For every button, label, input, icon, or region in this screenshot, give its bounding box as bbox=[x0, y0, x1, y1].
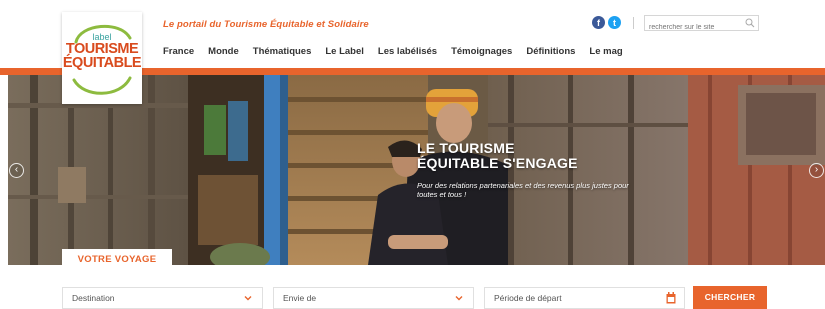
search-input[interactable] bbox=[645, 20, 740, 35]
envie-select[interactable]: Envie de bbox=[273, 287, 474, 309]
votre-voyage-tab[interactable]: VOTRE VOYAGE bbox=[62, 249, 172, 270]
periode-depart-field[interactable]: Période de départ bbox=[484, 287, 685, 309]
search-icon[interactable] bbox=[745, 18, 755, 28]
nav-item-definitions[interactable]: Définitions bbox=[526, 46, 575, 57]
twitter-icon[interactable]: t bbox=[608, 16, 621, 29]
chercher-button[interactable]: CHERCHER bbox=[693, 286, 767, 309]
nav-item-thematiques[interactable]: Thématiques bbox=[253, 46, 312, 57]
destination-select[interactable]: Destination bbox=[62, 287, 263, 309]
nav-item-le-mag[interactable]: Le mag bbox=[589, 46, 622, 57]
nav-item-les-labelises[interactable]: Les labélisés bbox=[378, 46, 437, 57]
calendar-icon[interactable] bbox=[666, 292, 676, 304]
social-links: f t bbox=[592, 16, 621, 29]
nav-item-monde[interactable]: Monde bbox=[208, 46, 239, 57]
chevron-down-icon bbox=[455, 296, 463, 301]
site-logo[interactable]: label TOURISME ÉQUITABLE bbox=[62, 12, 142, 104]
facebook-icon[interactable]: f bbox=[592, 16, 605, 29]
logo-line1: TOURISME bbox=[65, 41, 139, 57]
nav-item-temoignages[interactable]: Témoignages bbox=[451, 46, 512, 57]
hero-title-line1: LE TOURISME bbox=[417, 140, 515, 156]
site-tagline: Le portail du Tourisme Équitable et Soli… bbox=[163, 19, 369, 30]
nav-item-le-label[interactable]: Le Label bbox=[325, 46, 364, 57]
site-search bbox=[644, 15, 759, 35]
main-nav: France Monde Thématiques Le Label Les la… bbox=[163, 46, 637, 57]
envie-label: Envie de bbox=[283, 293, 317, 303]
hero-title: LE TOURISME ÉQUITABLE S'ENGAGE bbox=[417, 141, 578, 171]
page: Le portail du Tourisme Équitable et Soli… bbox=[0, 0, 825, 309]
divider bbox=[633, 17, 634, 29]
destination-label: Destination bbox=[72, 293, 115, 303]
hero-subtitle: Pour des relations partenariales et des … bbox=[417, 181, 629, 199]
chevron-down-icon bbox=[244, 296, 252, 301]
nav-item-france[interactable]: France bbox=[163, 46, 194, 57]
arrow-left-icon[interactable]: ‹ bbox=[9, 163, 24, 178]
hero-title-line2: ÉQUITABLE S'ENGAGE bbox=[417, 155, 578, 171]
periode-label: Période de départ bbox=[494, 293, 562, 303]
arrow-right-icon[interactable]: › bbox=[809, 163, 824, 178]
logo-line2: ÉQUITABLE bbox=[62, 55, 142, 71]
